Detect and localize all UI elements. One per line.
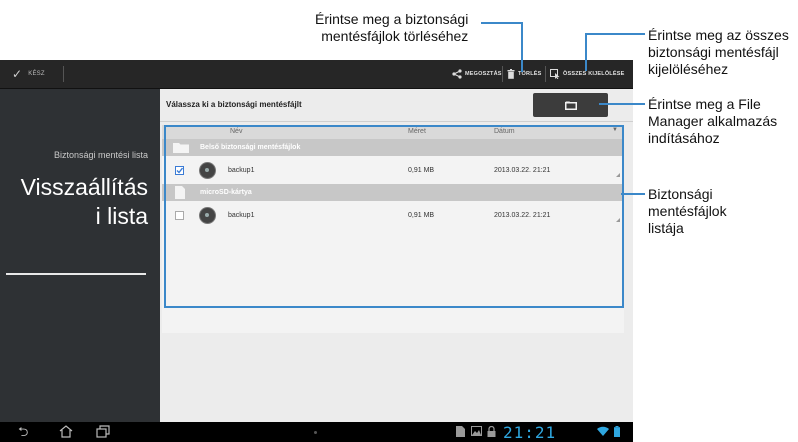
connector-list [621, 193, 645, 195]
share-button[interactable]: MEGOSZTÁS [452, 60, 502, 88]
share-label: MEGOSZTÁS [465, 71, 502, 77]
wifi-icon [597, 426, 609, 436]
divider [502, 66, 503, 82]
divider [545, 66, 546, 82]
sidebar-underline [6, 273, 146, 275]
main-header: Válassza ki a biztonsági mentésfájlt [160, 89, 633, 122]
done-button[interactable]: ✓ KÉSZ [12, 60, 45, 88]
callout-select-all-line3: kijelöléséhez [648, 61, 729, 77]
callout-file-manager-line3: indításához [648, 130, 720, 146]
callout-list: Biztonsági mentésfájlok listája [648, 186, 727, 237]
sidebar-title-line1: Visszaállítás [20, 174, 148, 200]
sidebar: Biztonsági mentési lista Visszaállítás i… [0, 89, 160, 422]
delete-button[interactable]: TÖRLÉS [507, 60, 542, 88]
sidebar-list-label: Biztonsági mentési lista [53, 150, 148, 160]
list-highlight-frame [164, 125, 624, 308]
system-bar: ⮌ 21:21 [0, 422, 633, 442]
back-icon[interactable]: ⮌ [18, 425, 28, 439]
divider [63, 66, 64, 82]
share-icon [452, 69, 462, 79]
clock: 21:21 [503, 423, 557, 442]
callout-file-manager-line1: Érintse meg a File [648, 96, 761, 112]
checkmark-icon: ✓ [12, 67, 23, 81]
select-all-button[interactable]: ÖSSZES KIJELÖLÉSE [550, 60, 624, 88]
lock-icon [487, 426, 496, 437]
connector-file-manager [599, 103, 645, 105]
home-icon[interactable] [59, 425, 73, 438]
callout-select-all-line1: Érintse meg az összes [648, 27, 789, 43]
select-all-label: ÖSSZES KIJELÖLÉSE [563, 71, 625, 77]
callout-file-manager-line2: Manager alkalmazás [648, 113, 778, 129]
callout-list-line3: listája [648, 220, 684, 236]
menu-dot [314, 431, 317, 434]
file-manager-button[interactable] [533, 93, 608, 117]
callout-select-all-line2: biztonsági mentésfájl [648, 44, 779, 60]
callout-select-all: Érintse meg az összes biztonsági mentésf… [648, 27, 789, 78]
callout-delete-line1: Érintse meg a biztonsági [315, 11, 469, 27]
folder-icon [564, 101, 577, 110]
sd-card-icon [456, 426, 465, 437]
callout-list-line1: Biztonsági [648, 186, 713, 202]
sidebar-title: Visszaállítás i lista [21, 173, 148, 231]
callout-delete-line2: mentésfájlok törléséhez [321, 28, 469, 44]
sidebar-title-line2: i lista [95, 203, 148, 229]
connector-delete [481, 22, 522, 24]
action-bar: ✓ KÉSZ MEGOSZTÁS TÖRLÉS ÖSSZES KIJELÖLÉS… [0, 60, 633, 89]
select-all-icon [550, 69, 560, 79]
callout-file-manager: Érintse meg a File Manager alkalmazás in… [648, 96, 777, 147]
page-title: Válassza ki a biztonsági mentésfájlt [166, 100, 302, 109]
connector-select-all [585, 33, 587, 71]
image-icon [471, 426, 482, 436]
battery-icon [614, 426, 620, 437]
callout-list-line2: mentésfájlok [648, 203, 727, 219]
callout-delete: Érintse meg a biztonsági mentésfájlok tö… [315, 11, 468, 45]
trash-icon [507, 69, 515, 79]
connector-delete [521, 22, 523, 72]
recent-apps-icon[interactable] [96, 425, 110, 438]
connector-select-all [585, 33, 645, 35]
done-label: KÉSZ [28, 71, 45, 77]
